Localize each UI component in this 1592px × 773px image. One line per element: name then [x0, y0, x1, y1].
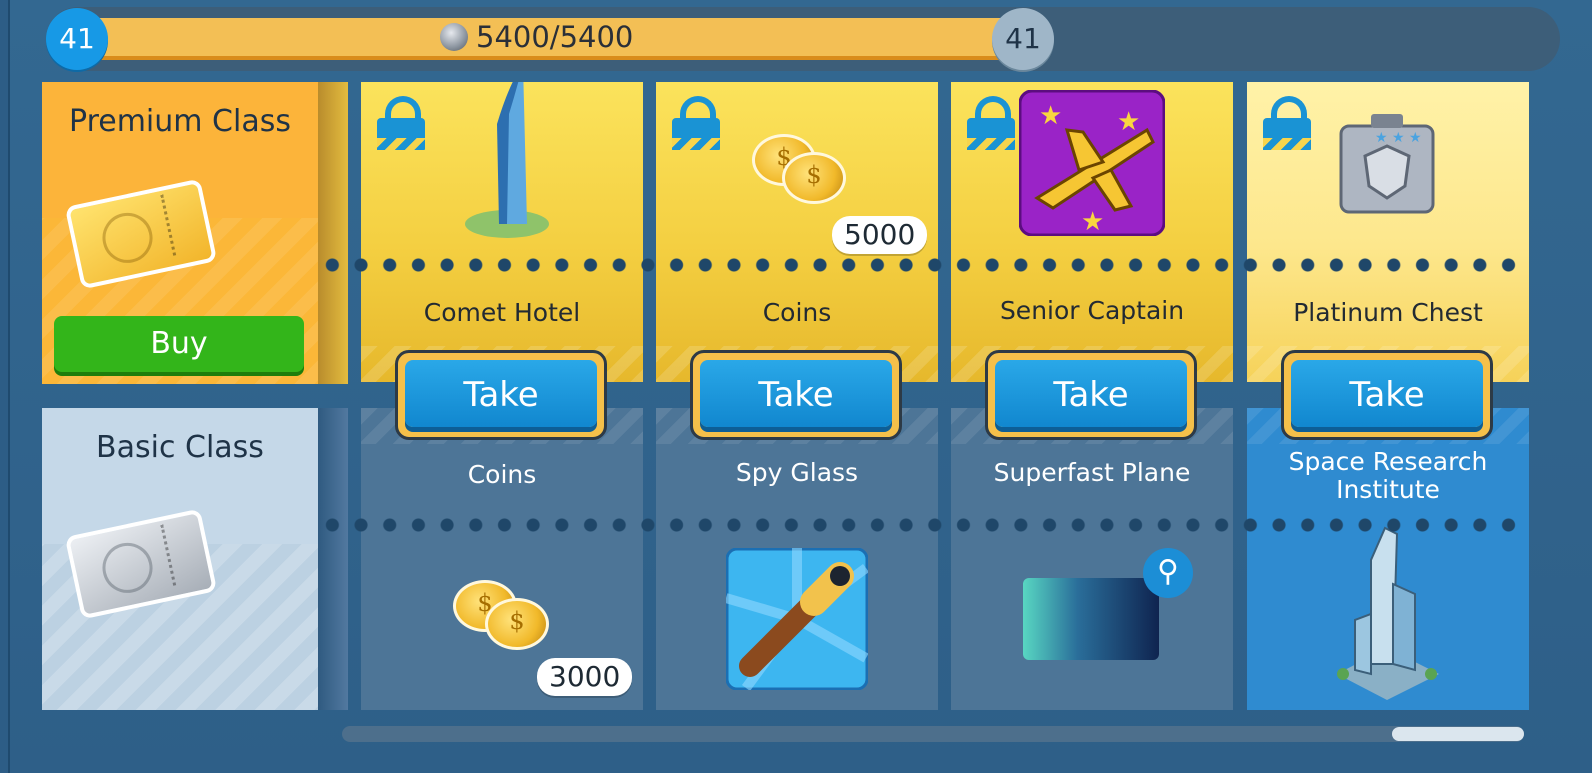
take-button-label: Take	[700, 360, 892, 427]
basic-reward-title: Superfast Plane	[993, 458, 1191, 487]
current-level-badge: 41	[46, 8, 108, 70]
ticket-perforation	[160, 194, 177, 256]
ticket-perforation	[160, 524, 177, 586]
airplane-stars-icon: ★ ★ ★	[1019, 90, 1165, 236]
take-button-label: Take	[1291, 360, 1483, 427]
premium-reward-card[interactable]: ★ ★ ★ Senior Captain	[951, 82, 1233, 382]
buy-premium-button[interactable]: Buy	[54, 316, 304, 372]
premium-reward-card[interactable]: Comet Hotel	[361, 82, 643, 382]
scrollbar-thumb[interactable]	[1392, 727, 1524, 741]
spyglass-icon	[726, 548, 868, 690]
premium-reward-title: Platinum Chest	[1293, 298, 1483, 327]
research-tower-icon	[1337, 526, 1439, 700]
svg-text:★: ★	[1117, 107, 1140, 137]
reward-quantity-badge: 5000	[832, 216, 928, 254]
basic-reward-title: Coins	[467, 460, 537, 489]
lock-icon	[672, 96, 720, 154]
basic-reward-card[interactable]: Superfast Plane ⚲	[951, 408, 1233, 710]
take-button-label: Take	[995, 360, 1187, 427]
lock-icon	[1263, 96, 1311, 154]
basic-reward-title: Spy Glass	[735, 458, 859, 487]
premium-reward-title: Senior Captain	[999, 296, 1185, 325]
basic-lane-edge	[318, 408, 348, 710]
reward-quantity-badge: 3000	[537, 658, 633, 696]
coin-stack-icon: $	[485, 598, 549, 650]
lock-icon	[967, 96, 1015, 154]
platinum-chest-icon: ★ ★ ★	[1339, 114, 1435, 214]
svg-text:★: ★	[1081, 207, 1104, 236]
premium-dotted-track	[318, 258, 1530, 272]
horizontal-scrollbar[interactable]	[342, 726, 1524, 742]
basic-reward-title: Space Research Institute	[1288, 447, 1488, 504]
svg-text:★ ★ ★: ★ ★ ★	[1375, 130, 1422, 146]
take-button-label: Take	[405, 360, 597, 427]
magnify-icon[interactable]: ⚲	[1143, 548, 1193, 598]
speed-trail-icon	[1023, 578, 1159, 660]
basic-class-title: Basic Class	[96, 430, 264, 465]
basic-reward-card[interactable]: Spy Glass	[656, 408, 938, 710]
next-level-badge: 41	[992, 8, 1054, 70]
premium-reward-title: Comet Hotel	[423, 298, 581, 327]
svg-text:★: ★	[1039, 101, 1062, 131]
take-button[interactable]: Take	[690, 350, 902, 440]
premium-reward-title: Coins	[762, 298, 832, 327]
basic-reward-card[interactable]: Space Research Institute	[1247, 408, 1529, 710]
tower-building-icon	[465, 82, 549, 238]
ticket-emblem	[97, 208, 158, 268]
lock-icon	[377, 96, 425, 154]
ticket-emblem	[97, 538, 158, 598]
premium-reward-card[interactable]: $ $ 5000 Coins	[656, 82, 938, 382]
coin-stack-icon: $	[782, 152, 846, 204]
take-button[interactable]: Take	[985, 350, 1197, 440]
progress-points: 5400/5400	[476, 20, 634, 54]
take-button[interactable]: Take	[1281, 350, 1493, 440]
premium-reward-card[interactable]: ★ ★ ★ Platinum Chest	[1247, 82, 1529, 382]
premium-lane-edge	[318, 82, 348, 384]
premium-class-title: Premium Class	[69, 104, 291, 139]
progress-label: 5400/5400	[440, 18, 633, 56]
silver-gem-icon	[440, 23, 468, 51]
take-button[interactable]: Take	[395, 350, 607, 440]
basic-reward-card[interactable]: Coins $ $ 3000	[361, 408, 643, 710]
basic-dotted-track	[318, 518, 1530, 532]
